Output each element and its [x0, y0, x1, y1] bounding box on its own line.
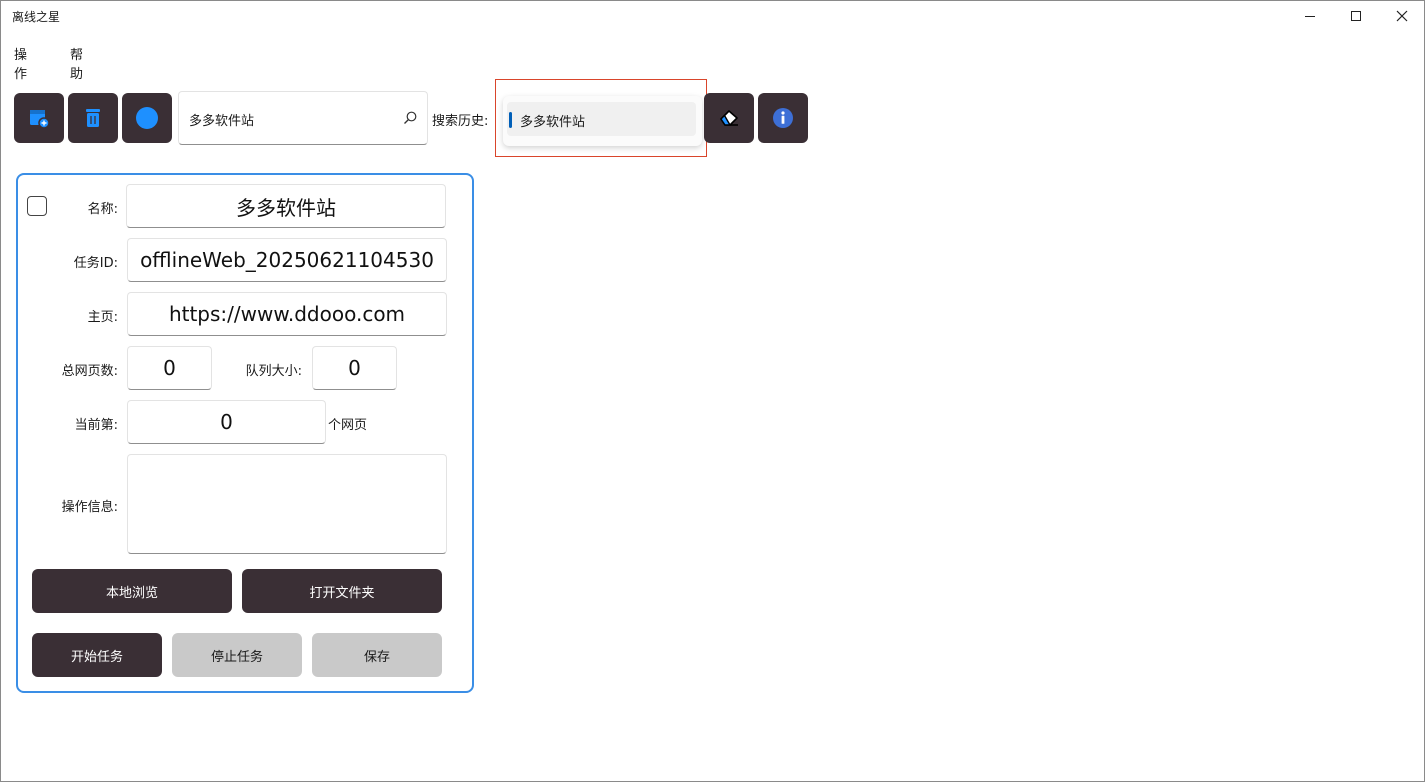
name-label: 名称:: [87, 202, 118, 217]
search-box: [178, 91, 428, 145]
operation-info-field[interactable]: [127, 454, 447, 554]
task-id-field[interactable]: offlineWeb_20250621104530: [127, 238, 447, 282]
new-task-button[interactable]: [14, 93, 64, 143]
task-id-label: 任务ID:: [73, 256, 118, 271]
minimize-button[interactable]: [1287, 0, 1333, 32]
queue-size-label: 队列大小:: [245, 364, 302, 379]
local-browse-button[interactable]: 本地浏览: [32, 569, 232, 613]
history-option-label: 多多软件站: [520, 115, 586, 130]
history-option[interactable]: 多多软件站: [507, 102, 696, 136]
menu-operate[interactable]: 操作: [14, 44, 27, 82]
current-page-unit: 个网页: [328, 418, 368, 433]
selection-indicator: [509, 112, 512, 128]
save-button[interactable]: 保存: [312, 633, 442, 677]
title-bar: 离线之星: [0, 0, 1425, 32]
search-icon[interactable]: [402, 110, 418, 126]
operation-info-label: 操作信息:: [61, 500, 118, 515]
maximize-icon: [1351, 11, 1361, 21]
delete-button[interactable]: [68, 93, 118, 143]
info-button[interactable]: [758, 93, 808, 143]
search-input[interactable]: [189, 108, 389, 130]
maximize-button[interactable]: [1333, 0, 1379, 32]
start-task-button[interactable]: 开始任务: [32, 633, 162, 677]
info-icon: [773, 108, 793, 128]
search-history-label: 搜索历史:: [432, 114, 489, 129]
total-pages-field[interactable]: 0: [127, 346, 212, 390]
app-title: 离线之星: [12, 10, 61, 24]
close-icon: [1396, 10, 1408, 22]
clear-history-button[interactable]: [704, 93, 754, 143]
eraser-icon: [720, 110, 738, 126]
total-pages-label: 总网页数:: [61, 364, 118, 379]
close-button[interactable]: [1379, 0, 1425, 32]
circle-icon: [136, 107, 158, 129]
stop-task-button[interactable]: 停止任务: [172, 633, 302, 677]
open-folder-button[interactable]: 打开文件夹: [242, 569, 442, 613]
current-page-field[interactable]: 0: [127, 400, 326, 444]
menu-help[interactable]: 帮助: [70, 44, 83, 82]
add-task-icon: [30, 110, 50, 129]
search-history-dropdown[interactable]: 多多软件站: [503, 96, 702, 146]
trash-icon: [86, 109, 100, 127]
current-page-label: 当前第:: [74, 418, 118, 433]
name-field[interactable]: 多多软件站: [126, 184, 446, 228]
homepage-field[interactable]: https://www.ddooo.com: [127, 292, 447, 336]
queue-size-field[interactable]: 0: [312, 346, 397, 390]
minimize-icon: [1305, 15, 1315, 17]
homepage-label: 主页:: [87, 310, 118, 325]
status-button[interactable]: [122, 93, 172, 143]
